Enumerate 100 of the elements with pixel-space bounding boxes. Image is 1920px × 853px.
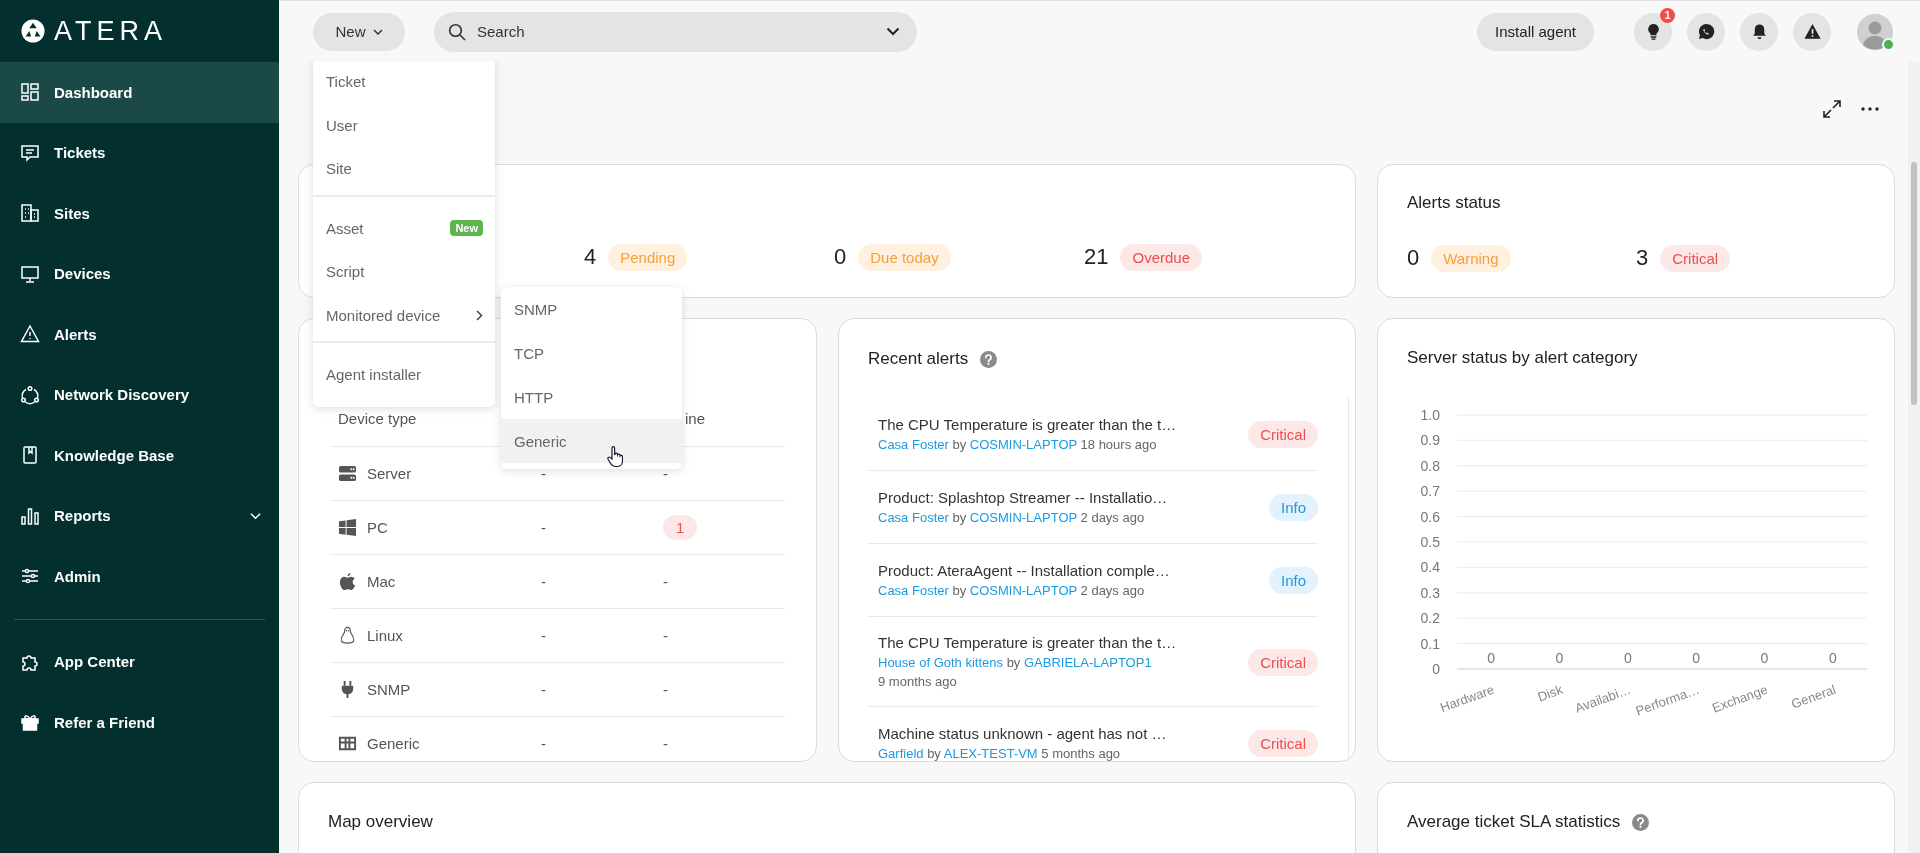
menu-item[interactable]: TCP bbox=[501, 331, 682, 375]
site-link[interactable]: Casa Foster bbox=[878, 583, 949, 598]
status-pill: Warning bbox=[1431, 244, 1511, 272]
axis-tick-label: 0.5 bbox=[1420, 534, 1440, 550]
axis-tick-label: 0.1 bbox=[1420, 635, 1440, 652]
data-label: 0 bbox=[1692, 650, 1701, 666]
site-link[interactable]: Casa Foster bbox=[878, 510, 949, 525]
category-label: Disk bbox=[1535, 681, 1565, 705]
device-link[interactable]: COSMIN-LAPTOP bbox=[969, 437, 1077, 452]
status-pill: Critical bbox=[1660, 244, 1731, 272]
site-link[interactable]: House of Goth kittens bbox=[878, 655, 1003, 670]
warning-icon bbox=[1802, 22, 1822, 41]
new-button[interactable]: New bbox=[313, 12, 405, 51]
apple-icon bbox=[338, 572, 357, 591]
help-icon[interactable] bbox=[1632, 813, 1650, 831]
help-icon[interactable] bbox=[980, 350, 998, 368]
data-label: 0 bbox=[1760, 650, 1769, 666]
sites-icon bbox=[20, 203, 40, 224]
stat-count: 21 bbox=[1084, 244, 1109, 270]
nav-item[interactable]: Devices bbox=[0, 243, 279, 304]
menu-item[interactable]: Site bbox=[313, 147, 495, 191]
device-link[interactable]: COSMIN-LAPTOP bbox=[969, 510, 1077, 525]
alert-title[interactable]: Product: Splashtop Streamer -- Installatio… bbox=[878, 488, 1198, 508]
table-cell: PC bbox=[367, 519, 388, 536]
table-cell: Mac bbox=[367, 573, 396, 590]
menu-item[interactable]: SNMP bbox=[501, 287, 682, 331]
alert-meta: Casa Foster by COSMIN-LAPTOP 2 days ago bbox=[878, 582, 1146, 600]
avatar[interactable] bbox=[1857, 13, 1893, 50]
data-label: 0 bbox=[1828, 650, 1837, 666]
nav-item[interactable]: Refer a Friend bbox=[0, 692, 279, 753]
search-bar[interactable]: Search bbox=[434, 11, 917, 52]
search-field[interactable]: Search bbox=[475, 22, 877, 41]
device-link[interactable]: ALEX-TEST-VM bbox=[943, 746, 1038, 761]
menu-item[interactable]: Script bbox=[313, 250, 495, 294]
warning-button[interactable] bbox=[1793, 12, 1831, 51]
chevron-down-icon bbox=[886, 27, 900, 36]
alert-title[interactable]: The CPU Temperature is greater than the t… bbox=[878, 633, 1198, 653]
penguin-icon bbox=[338, 626, 357, 645]
alert-title[interactable]: Product: AteraAgent -- Installation comple… bbox=[878, 561, 1198, 581]
network-icon bbox=[20, 384, 40, 405]
table-cell: - bbox=[541, 627, 546, 644]
logo-text: ATERA bbox=[54, 15, 167, 47]
nav-item[interactable]: Network Discovery bbox=[0, 364, 279, 425]
stat-count: 4 bbox=[584, 244, 597, 270]
card-title: Map overview bbox=[328, 811, 434, 833]
chat-button[interactable] bbox=[1687, 12, 1725, 51]
alert-meta: Garfield by ALEX-TEST-VM 5 months ago bbox=[878, 745, 1122, 761]
menu-item[interactable]: Generic bbox=[501, 419, 682, 463]
device-link[interactable]: GABRIELA-LAPTOP1 bbox=[1024, 655, 1152, 670]
stat-count: 3 bbox=[1636, 245, 1649, 271]
nav-item[interactable]: Dashboard bbox=[0, 62, 279, 123]
axis-tick-label: 0.7 bbox=[1420, 483, 1440, 500]
alert-title[interactable]: Machine status unknown - agent has not … bbox=[878, 724, 1198, 744]
reports-icon bbox=[20, 505, 40, 526]
count-pill: 1 bbox=[663, 515, 698, 540]
table-cell: - bbox=[663, 681, 668, 698]
site-link[interactable]: Garfield bbox=[878, 746, 924, 761]
menu-item[interactable]: Agent installer bbox=[313, 353, 495, 397]
nav-item[interactable]: App Center bbox=[0, 631, 279, 692]
nav-item[interactable]: Tickets bbox=[0, 122, 279, 183]
alerts-icon bbox=[20, 324, 40, 345]
scrollbar[interactable] bbox=[1908, 62, 1920, 853]
devices-icon bbox=[20, 263, 40, 284]
table-cell: - bbox=[541, 465, 546, 482]
grid-icon bbox=[338, 734, 357, 753]
install-agent-button[interactable]: Install agent bbox=[1477, 12, 1594, 51]
axis-tick-label: 0 bbox=[1432, 661, 1440, 677]
site-link[interactable]: Casa Foster bbox=[878, 437, 949, 452]
table-cell: SNMP bbox=[367, 681, 411, 698]
table-cell: - bbox=[541, 735, 546, 752]
nav-item[interactable]: Admin bbox=[0, 546, 279, 607]
column-header: Device type bbox=[338, 410, 418, 427]
menu-item[interactable]: User bbox=[313, 103, 495, 147]
nav-item[interactable]: Knowledge Base bbox=[0, 425, 279, 486]
table-cell: Server bbox=[367, 465, 412, 482]
axis-tick-label: 0.4 bbox=[1420, 559, 1440, 576]
notifications-button[interactable] bbox=[1740, 12, 1778, 51]
menu-item[interactable]: Monitored device bbox=[313, 293, 495, 337]
stat-count: 0 bbox=[834, 244, 847, 270]
column-header: ine bbox=[684, 410, 707, 427]
menu-item[interactable]: HTTP bbox=[501, 375, 682, 419]
severity-pill: Info bbox=[1268, 494, 1318, 521]
axis-tick-label: 0.9 bbox=[1420, 432, 1440, 449]
nav-item[interactable]: Alerts bbox=[0, 304, 279, 365]
axis-tick-label: 0.8 bbox=[1420, 457, 1440, 474]
dashboard-icon bbox=[20, 82, 40, 103]
alert-title[interactable]: The CPU Temperature is greater than the t… bbox=[878, 415, 1198, 435]
search-icon bbox=[448, 22, 466, 41]
gift-icon bbox=[20, 712, 40, 733]
table-cell: - bbox=[663, 465, 668, 482]
axis-tick-label: 1.0 bbox=[1420, 407, 1440, 423]
data-label: 0 bbox=[1555, 650, 1564, 666]
data-label: 0 bbox=[1623, 650, 1632, 666]
menu-item[interactable]: Ticket bbox=[313, 62, 495, 104]
nav-item[interactable]: Sites bbox=[0, 183, 279, 244]
nav-item[interactable]: Reports bbox=[0, 485, 279, 546]
stat-count: 0 bbox=[1407, 245, 1420, 271]
menu-item[interactable]: Asset New bbox=[313, 206, 495, 250]
severity-pill: Critical bbox=[1248, 730, 1318, 757]
device-link[interactable]: COSMIN-LAPTOP bbox=[969, 583, 1077, 598]
